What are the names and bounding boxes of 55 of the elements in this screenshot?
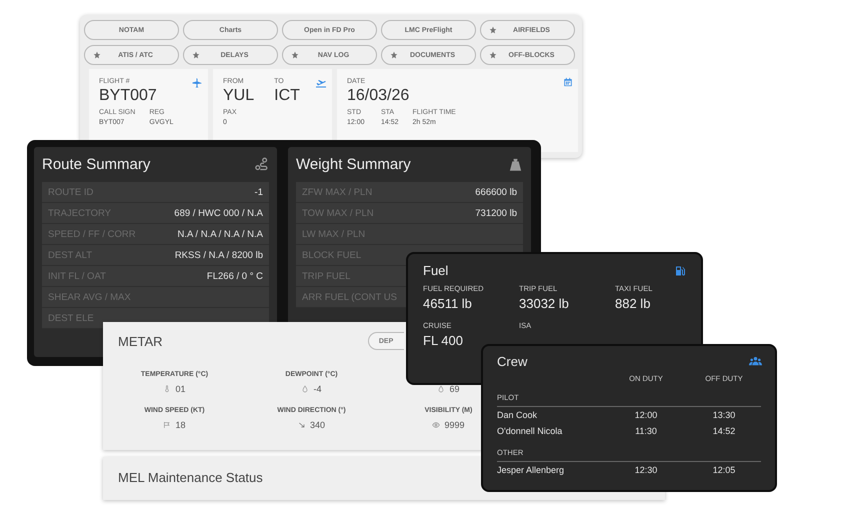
metar-value: 01 [175, 384, 186, 394]
duty-time: 14:52 [712, 426, 736, 436]
row-value: RKSS / N.A / 8200 lb [174, 250, 263, 260]
fuel-value: 46511 lb [423, 296, 473, 311]
metar-value: 18 [175, 420, 186, 430]
field-value: ICT [274, 87, 300, 105]
duty-time: 12:30 [634, 465, 658, 475]
star-icon [489, 51, 497, 59]
field-value: YUL [223, 87, 254, 105]
fuel-value: 33032 lb [519, 296, 570, 311]
card-title: METAR [118, 334, 163, 348]
row-value: -1 [254, 186, 263, 198]
airplane-icon [191, 77, 203, 89]
takeoff-icon [315, 77, 327, 89]
droplet-icon [437, 385, 446, 393]
people-icon [748, 355, 763, 368]
row-value: 689 / HWC 000 / N.A [174, 208, 263, 218]
star-icon [390, 51, 398, 59]
duty-time: 12:05 [712, 465, 736, 475]
row-value: 731200 lb [475, 208, 517, 218]
card-title: Fuel [423, 263, 448, 278]
route-icon [254, 157, 269, 172]
fuel-value: 882 lb [615, 296, 652, 311]
duty-time: 11:30 [634, 426, 658, 436]
crew-name: Dan Cook [497, 410, 538, 420]
thermometer-icon [163, 385, 172, 393]
crew-name: Jesper Allenberg [497, 465, 566, 475]
calendar-icon [563, 77, 573, 87]
eye-icon [432, 421, 440, 429]
card-title: MEL Maintenance Status [118, 470, 263, 485]
star-icon [192, 51, 200, 59]
field-value: 16/03/26 [347, 87, 410, 105]
card-title: Crew [497, 354, 528, 369]
star-icon [93, 51, 101, 59]
star-icon [489, 26, 497, 34]
field-value: BYT007 [99, 87, 157, 105]
star-icon [291, 51, 299, 59]
fuel-value: FL 400 [423, 333, 464, 348]
metar-value: 9999 [444, 420, 465, 430]
droplet-icon [301, 385, 310, 393]
duty-time: 13:30 [712, 410, 736, 420]
arrow-icon [298, 421, 306, 429]
metar-value: -4 [313, 384, 322, 394]
fuel-pump-icon [674, 264, 686, 276]
row-value: 666600 lb [475, 186, 517, 198]
flag-icon [163, 421, 172, 429]
duty-time: 12:00 [634, 410, 658, 420]
card-title: Weight Summary [296, 156, 411, 173]
row-value: N.A / N.A / N.A / N.A [177, 228, 263, 240]
crew-name: O'donnell Nicola [497, 426, 564, 436]
weight-icon [508, 157, 523, 172]
metar-value: 340 [310, 420, 326, 430]
row-value: FL266 / 0 ° C [206, 270, 263, 282]
metar-value: 69 [449, 384, 460, 394]
card-title: Route Summary [42, 156, 150, 173]
